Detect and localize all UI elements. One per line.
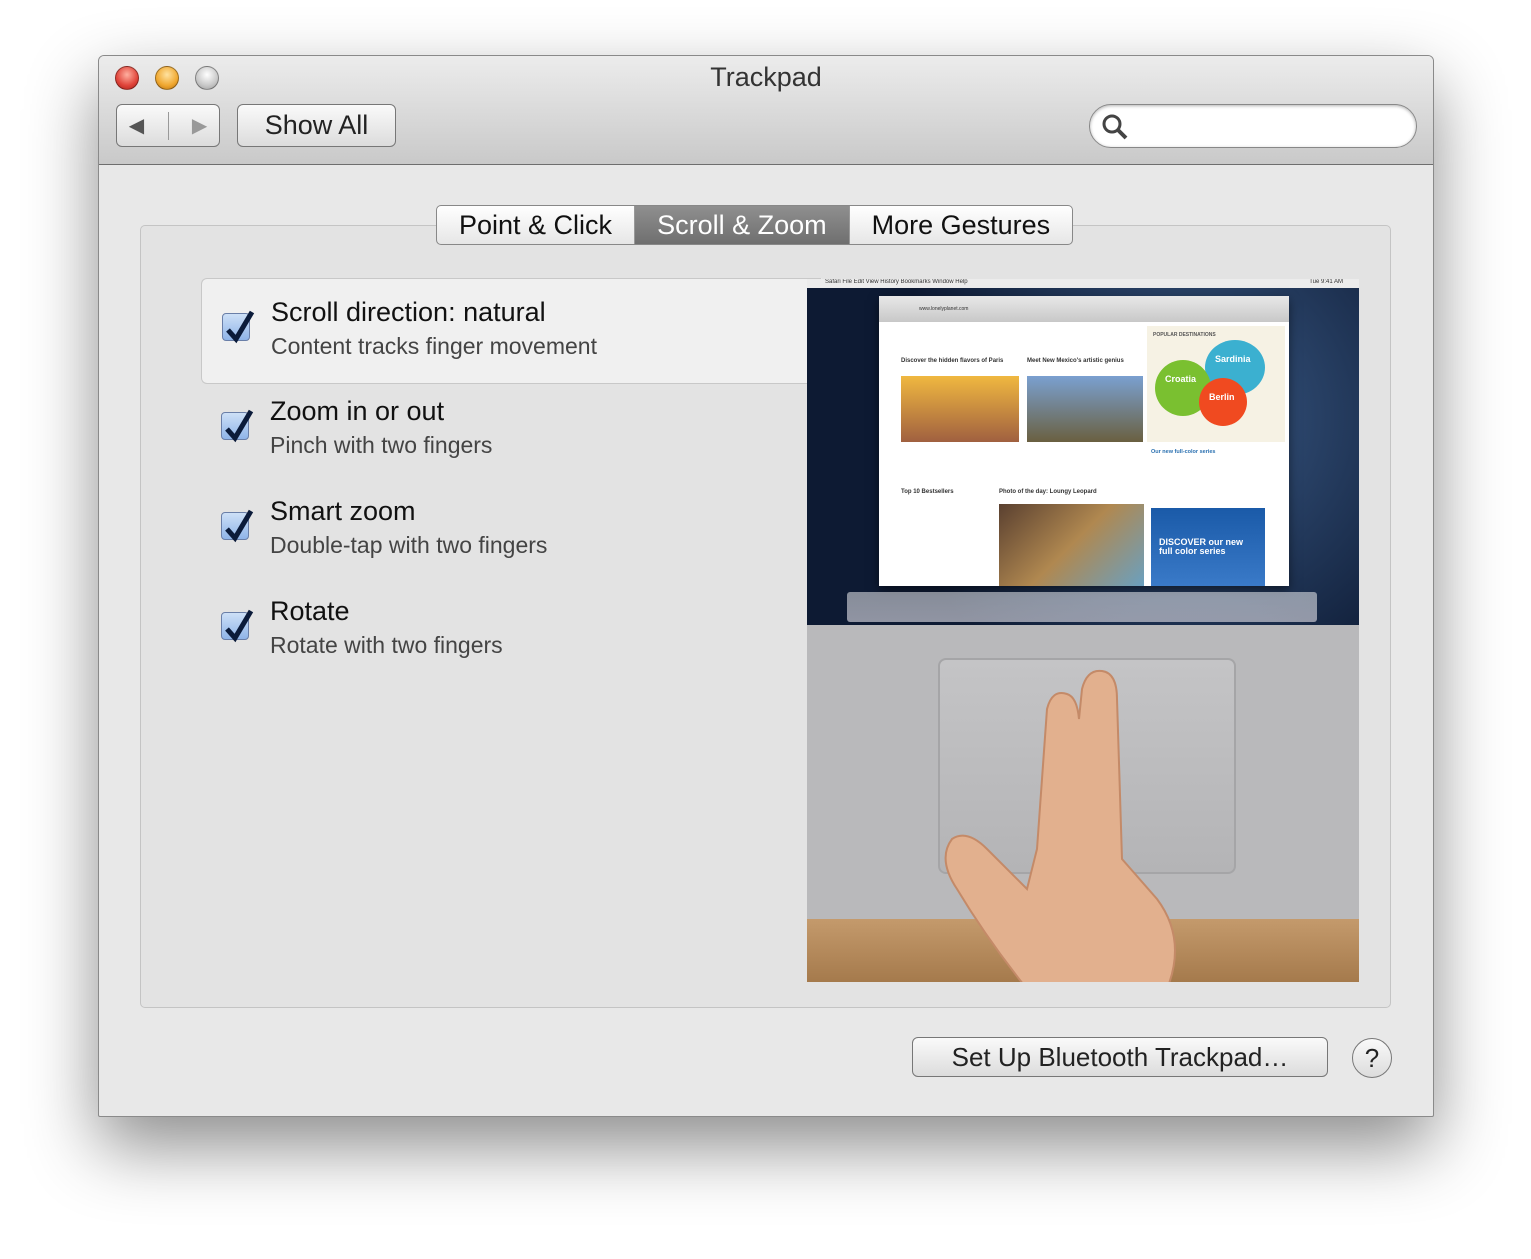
tab-bar: Point & Click Scroll & Zoom More Gesture… <box>436 205 1074 245</box>
search-input[interactable] <box>1089 104 1417 148</box>
option-rotate[interactable]: Rotate Rotate with two fingers <box>201 578 821 684</box>
back-button[interactable]: ◀ <box>129 113 144 138</box>
paris-heading: Discover the hidden flavors of Paris <box>901 358 1004 364</box>
preview-menubar: Safari File Edit View History Bookmarks … <box>807 279 1359 288</box>
trackpad-window: Trackpad ◀ ▶ Show All Scroll direction: … <box>98 55 1434 1117</box>
new-mexico-heading: Meet New Mexico's artistic genius <box>1027 358 1124 364</box>
search-icon <box>1102 114 1128 140</box>
checkbox-scroll-direction[interactable] <box>222 310 255 344</box>
checkbox-smart-zoom[interactable] <box>221 509 254 543</box>
checkmark-icon <box>225 609 254 643</box>
divider <box>167 111 169 140</box>
preview-browser: www.lonelyplanet.com Discover the hidden… <box>879 296 1289 586</box>
help-button[interactable]: ? <box>1352 1038 1392 1078</box>
leopard-photo <box>999 504 1144 586</box>
bestsellers-heading: Top 10 Bestsellers <box>901 489 954 495</box>
option-title: Rotate <box>270 596 350 626</box>
menubar-items: Safari File Edit View History Bookmarks … <box>825 279 968 285</box>
checkbox-rotate[interactable] <box>221 609 254 643</box>
window-title: Trackpad <box>710 62 822 92</box>
option-smart-zoom[interactable]: Smart zoom Double-tap with two fingers <box>201 478 821 584</box>
leopard-heading: Photo of the day: Loungy Leopard <box>999 489 1097 495</box>
berlin-bubble: Berlin <box>1199 378 1247 426</box>
checkmark-icon <box>225 409 254 443</box>
tab-more-gestures[interactable]: More Gestures <box>850 206 1073 244</box>
menubar-clock: Tue 9:41 AM <box>1309 279 1343 285</box>
title-bar: Trackpad ◀ ▶ Show All <box>99 56 1433 165</box>
option-subtitle: Rotate with two fingers <box>270 632 503 658</box>
option-zoom[interactable]: Zoom in or out Pinch with two fingers <box>201 378 821 484</box>
hand-icon <box>944 669 1176 982</box>
series-heading: Our new full-color series <box>1151 449 1216 455</box>
setup-bluetooth-trackpad-button[interactable]: Set Up Bluetooth Trackpad… <box>912 1037 1328 1077</box>
gesture-preview: Safari File Edit View History Bookmarks … <box>807 279 1359 982</box>
destinations-panel: POPULAR DESTINATIONS Sardinia Croatia Be… <box>1147 326 1285 442</box>
checkmark-icon <box>225 509 254 543</box>
option-subtitle: Double-tap with two fingers <box>270 532 548 558</box>
preview-dock <box>847 592 1317 622</box>
show-all-button[interactable]: Show All <box>237 104 396 147</box>
option-scroll-direction[interactable]: Scroll direction: natural Content tracks… <box>201 278 865 384</box>
preview-screen: Safari File Edit View History Bookmarks … <box>807 279 1359 625</box>
browser-url: www.lonelyplanet.com <box>879 296 1289 322</box>
tab-scroll-zoom[interactable]: Scroll & Zoom <box>635 206 850 244</box>
discover-ad: DISCOVER our new full color series <box>1151 508 1265 586</box>
option-subtitle: Pinch with two fingers <box>270 432 493 458</box>
forward-button[interactable]: ▶ <box>192 113 207 138</box>
tab-point-click[interactable]: Point & Click <box>437 206 636 244</box>
back-forward-control: ◀ ▶ <box>116 104 220 147</box>
option-title: Smart zoom <box>270 496 416 526</box>
checkmark-icon <box>226 310 255 344</box>
balloon-photo <box>1027 376 1143 442</box>
option-title: Scroll direction: natural <box>271 297 546 327</box>
option-subtitle: Content tracks finger movement <box>271 333 597 359</box>
paris-photo <box>901 376 1019 442</box>
option-title: Zoom in or out <box>270 396 445 426</box>
checkbox-zoom[interactable] <box>221 409 254 443</box>
destinations-heading: POPULAR DESTINATIONS <box>1153 332 1216 338</box>
